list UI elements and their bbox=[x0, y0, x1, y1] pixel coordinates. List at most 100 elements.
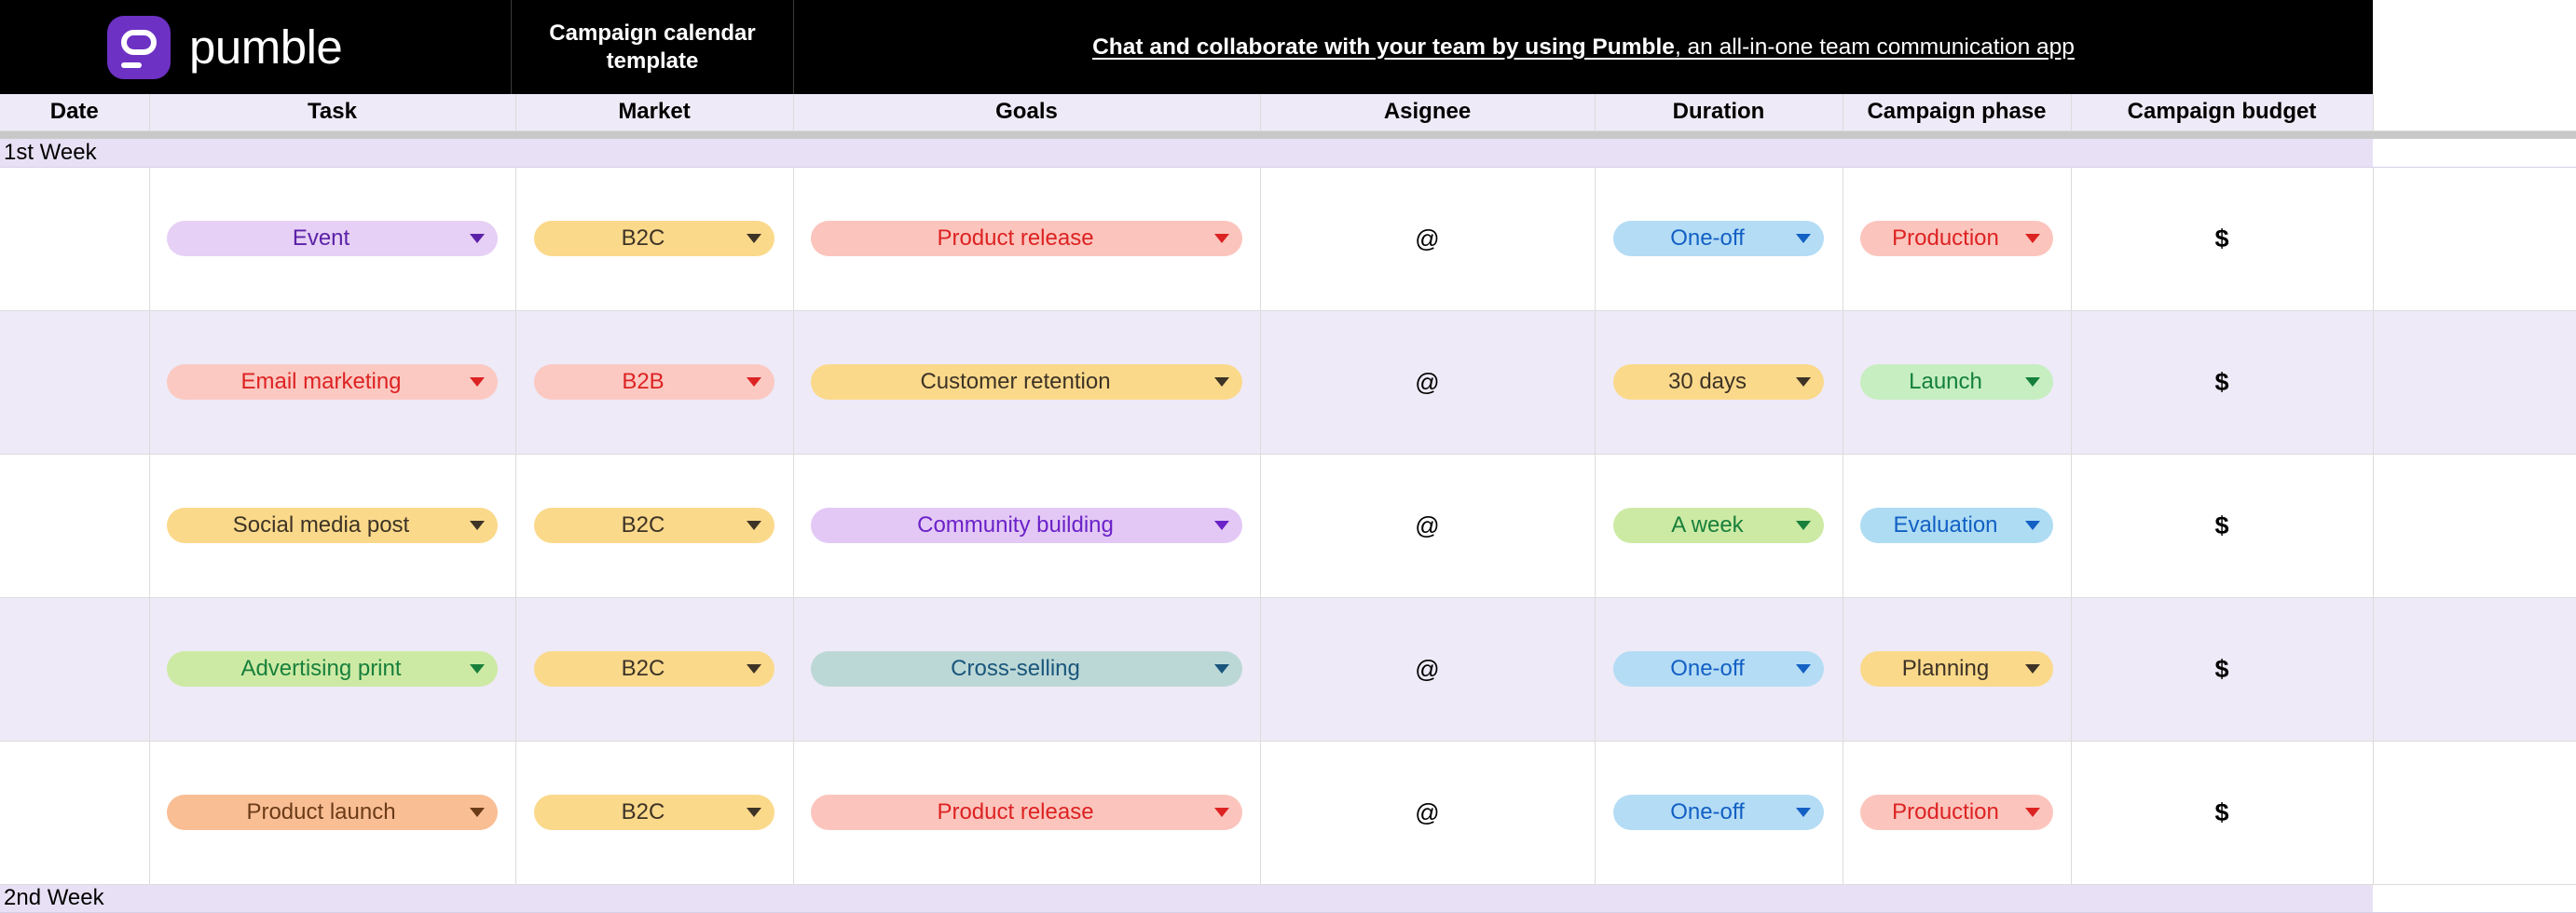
goals-dropdown-label-5: Product release bbox=[937, 799, 1094, 824]
cell-duration-1[interactable]: One-off bbox=[1595, 167, 1843, 311]
column-header-campaign-budget[interactable]: Campaign budget bbox=[2071, 94, 2374, 131]
section-row-1st-week[interactable]: 1st Week bbox=[0, 139, 2576, 168]
cell-market-3[interactable]: B2C bbox=[515, 454, 794, 598]
phase-dropdown-label-4: Planning bbox=[1901, 656, 1990, 681]
goals-dropdown-1[interactable]: Product release bbox=[811, 221, 1242, 256]
phase-dropdown-5[interactable]: Production bbox=[1860, 795, 2053, 830]
section-row-2nd-week[interactable]: 2nd Week bbox=[0, 884, 2576, 913]
cell-date-4[interactable] bbox=[0, 597, 150, 742]
cell-blank-5[interactable] bbox=[2373, 741, 2576, 885]
cell-blank-4[interactable] bbox=[2373, 597, 2576, 742]
template-title-cell: Campaign calendar template bbox=[512, 0, 793, 94]
column-header-asignee[interactable]: Asignee bbox=[1260, 94, 1596, 131]
cell-asignee-2[interactable]: @ bbox=[1260, 310, 1596, 455]
cell-date-3[interactable] bbox=[0, 454, 150, 598]
task-dropdown-3[interactable]: Social media post bbox=[167, 508, 498, 543]
spreadsheet-page: pumble Campaign calendar template Chat a… bbox=[0, 0, 2576, 913]
column-header-goals[interactable]: Goals bbox=[793, 94, 1261, 131]
task-dropdown-4[interactable]: Advertising print bbox=[167, 651, 498, 687]
goals-dropdown-3[interactable]: Community building bbox=[811, 508, 1242, 543]
cell-market-4[interactable]: B2C bbox=[515, 597, 794, 742]
table-row[interactable]: Product launch B2C Product release @ One… bbox=[0, 741, 2576, 885]
cell-phase-1[interactable]: Production bbox=[1843, 167, 2072, 311]
column-header-date[interactable]: Date bbox=[0, 94, 150, 131]
market-dropdown-3[interactable]: B2C bbox=[534, 508, 774, 543]
column-header-task[interactable]: Task bbox=[149, 94, 516, 131]
cell-goals-1[interactable]: Product release bbox=[793, 167, 1261, 311]
phase-dropdown-label-5: Production bbox=[1892, 799, 1999, 824]
table-row[interactable]: Social media post B2C Community building bbox=[0, 454, 2576, 598]
duration-dropdown-5[interactable]: One-off bbox=[1613, 795, 1824, 830]
chevron-down-icon bbox=[2025, 377, 2040, 387]
cell-phase-3[interactable]: Evaluation bbox=[1843, 454, 2072, 598]
goals-dropdown-5[interactable]: Product release bbox=[811, 795, 1242, 830]
duration-dropdown-3[interactable]: A week bbox=[1613, 508, 1824, 543]
table-row[interactable]: Event B2C Product release @ One-off Prod… bbox=[0, 167, 2576, 311]
cell-task-1[interactable]: Event bbox=[149, 167, 516, 311]
cell-date-5[interactable] bbox=[0, 741, 150, 885]
cell-duration-5[interactable]: One-off bbox=[1595, 741, 1843, 885]
cell-market-1[interactable]: B2C bbox=[515, 167, 794, 311]
cell-asignee-4[interactable]: @ bbox=[1260, 597, 1596, 742]
cell-date-1[interactable] bbox=[0, 167, 150, 311]
cell-duration-3[interactable]: A week bbox=[1595, 454, 1843, 598]
market-dropdown-1[interactable]: B2C bbox=[534, 221, 774, 256]
cell-budget-4[interactable]: $ bbox=[2071, 597, 2374, 742]
phase-dropdown-2[interactable]: Launch bbox=[1860, 364, 2053, 400]
promo-cell: Chat and collaborate with your team by u… bbox=[794, 0, 2373, 94]
chevron-down-icon bbox=[470, 808, 485, 817]
promo-link[interactable]: Chat and collaborate with your team by u… bbox=[1092, 34, 1675, 60]
cell-task-2[interactable]: Email marketing bbox=[149, 310, 516, 455]
cell-task-4[interactable]: Advertising print bbox=[149, 597, 516, 742]
phase-dropdown-3[interactable]: Evaluation bbox=[1860, 508, 2053, 543]
cell-goals-5[interactable]: Product release bbox=[793, 741, 1261, 885]
column-header-duration[interactable]: Duration bbox=[1595, 94, 1843, 131]
goals-dropdown-2[interactable]: Customer retention bbox=[811, 364, 1242, 400]
column-header-campaign-phase[interactable]: Campaign phase bbox=[1843, 94, 2072, 131]
cell-goals-4[interactable]: Cross-selling bbox=[793, 597, 1261, 742]
task-dropdown-label-5: Product launch bbox=[246, 799, 396, 824]
cell-budget-2[interactable]: $ bbox=[2071, 310, 2374, 455]
cell-duration-2[interactable]: 30 days bbox=[1595, 310, 1843, 455]
cell-phase-4[interactable]: Planning bbox=[1843, 597, 2072, 742]
table-row[interactable]: Advertising print B2C Cross-selling @ On… bbox=[0, 597, 2576, 742]
cell-blank-1[interactable] bbox=[2373, 167, 2576, 311]
chevron-down-icon bbox=[747, 234, 761, 243]
cell-date-2[interactable] bbox=[0, 310, 150, 455]
duration-dropdown-4[interactable]: One-off bbox=[1613, 651, 1824, 687]
market-dropdown-label-1: B2C bbox=[621, 225, 665, 251]
phase-dropdown-1[interactable]: Production bbox=[1860, 221, 2053, 256]
cell-budget-5[interactable]: $ bbox=[2071, 741, 2374, 885]
task-dropdown-5[interactable]: Product launch bbox=[167, 795, 498, 830]
cell-budget-3[interactable]: $ bbox=[2071, 454, 2374, 598]
task-dropdown-1[interactable]: Event bbox=[167, 221, 498, 256]
budget-value-1: $ bbox=[2214, 224, 2229, 252]
table-row[interactable]: Email marketing B2B Customer retention @… bbox=[0, 310, 2576, 455]
cell-asignee-5[interactable]: @ bbox=[1260, 741, 1596, 885]
cell-phase-2[interactable]: Launch bbox=[1843, 310, 2072, 455]
cell-blank-2[interactable] bbox=[2373, 310, 2576, 455]
goals-dropdown-4[interactable]: Cross-selling bbox=[811, 651, 1242, 687]
cell-budget-1[interactable]: $ bbox=[2071, 167, 2374, 311]
cell-task-3[interactable]: Social media post bbox=[149, 454, 516, 598]
cell-goals-2[interactable]: Customer retention bbox=[793, 310, 1261, 455]
cell-blank-3[interactable] bbox=[2373, 454, 2576, 598]
task-dropdown-label-2: Email marketing bbox=[240, 369, 402, 394]
column-header-market[interactable]: Market bbox=[515, 94, 794, 131]
cell-task-5[interactable]: Product launch bbox=[149, 741, 516, 885]
duration-dropdown-2[interactable]: 30 days bbox=[1613, 364, 1824, 400]
phase-dropdown-4[interactable]: Planning bbox=[1860, 651, 2053, 687]
task-dropdown-2[interactable]: Email marketing bbox=[167, 364, 498, 400]
cell-market-5[interactable]: B2C bbox=[515, 741, 794, 885]
cell-market-2[interactable]: B2B bbox=[515, 310, 794, 455]
cell-phase-5[interactable]: Production bbox=[1843, 741, 2072, 885]
market-dropdown-2[interactable]: B2B bbox=[534, 364, 774, 400]
cell-asignee-1[interactable]: @ bbox=[1260, 167, 1596, 311]
cell-duration-4[interactable]: One-off bbox=[1595, 597, 1843, 742]
duration-dropdown-1[interactable]: One-off bbox=[1613, 221, 1824, 256]
market-dropdown-4[interactable]: B2C bbox=[534, 651, 774, 687]
cell-asignee-3[interactable]: @ bbox=[1260, 454, 1596, 598]
market-dropdown-5[interactable]: B2C bbox=[534, 795, 774, 830]
cell-goals-3[interactable]: Community building bbox=[793, 454, 1261, 598]
pumble-logo[interactable]: pumble bbox=[107, 15, 343, 79]
